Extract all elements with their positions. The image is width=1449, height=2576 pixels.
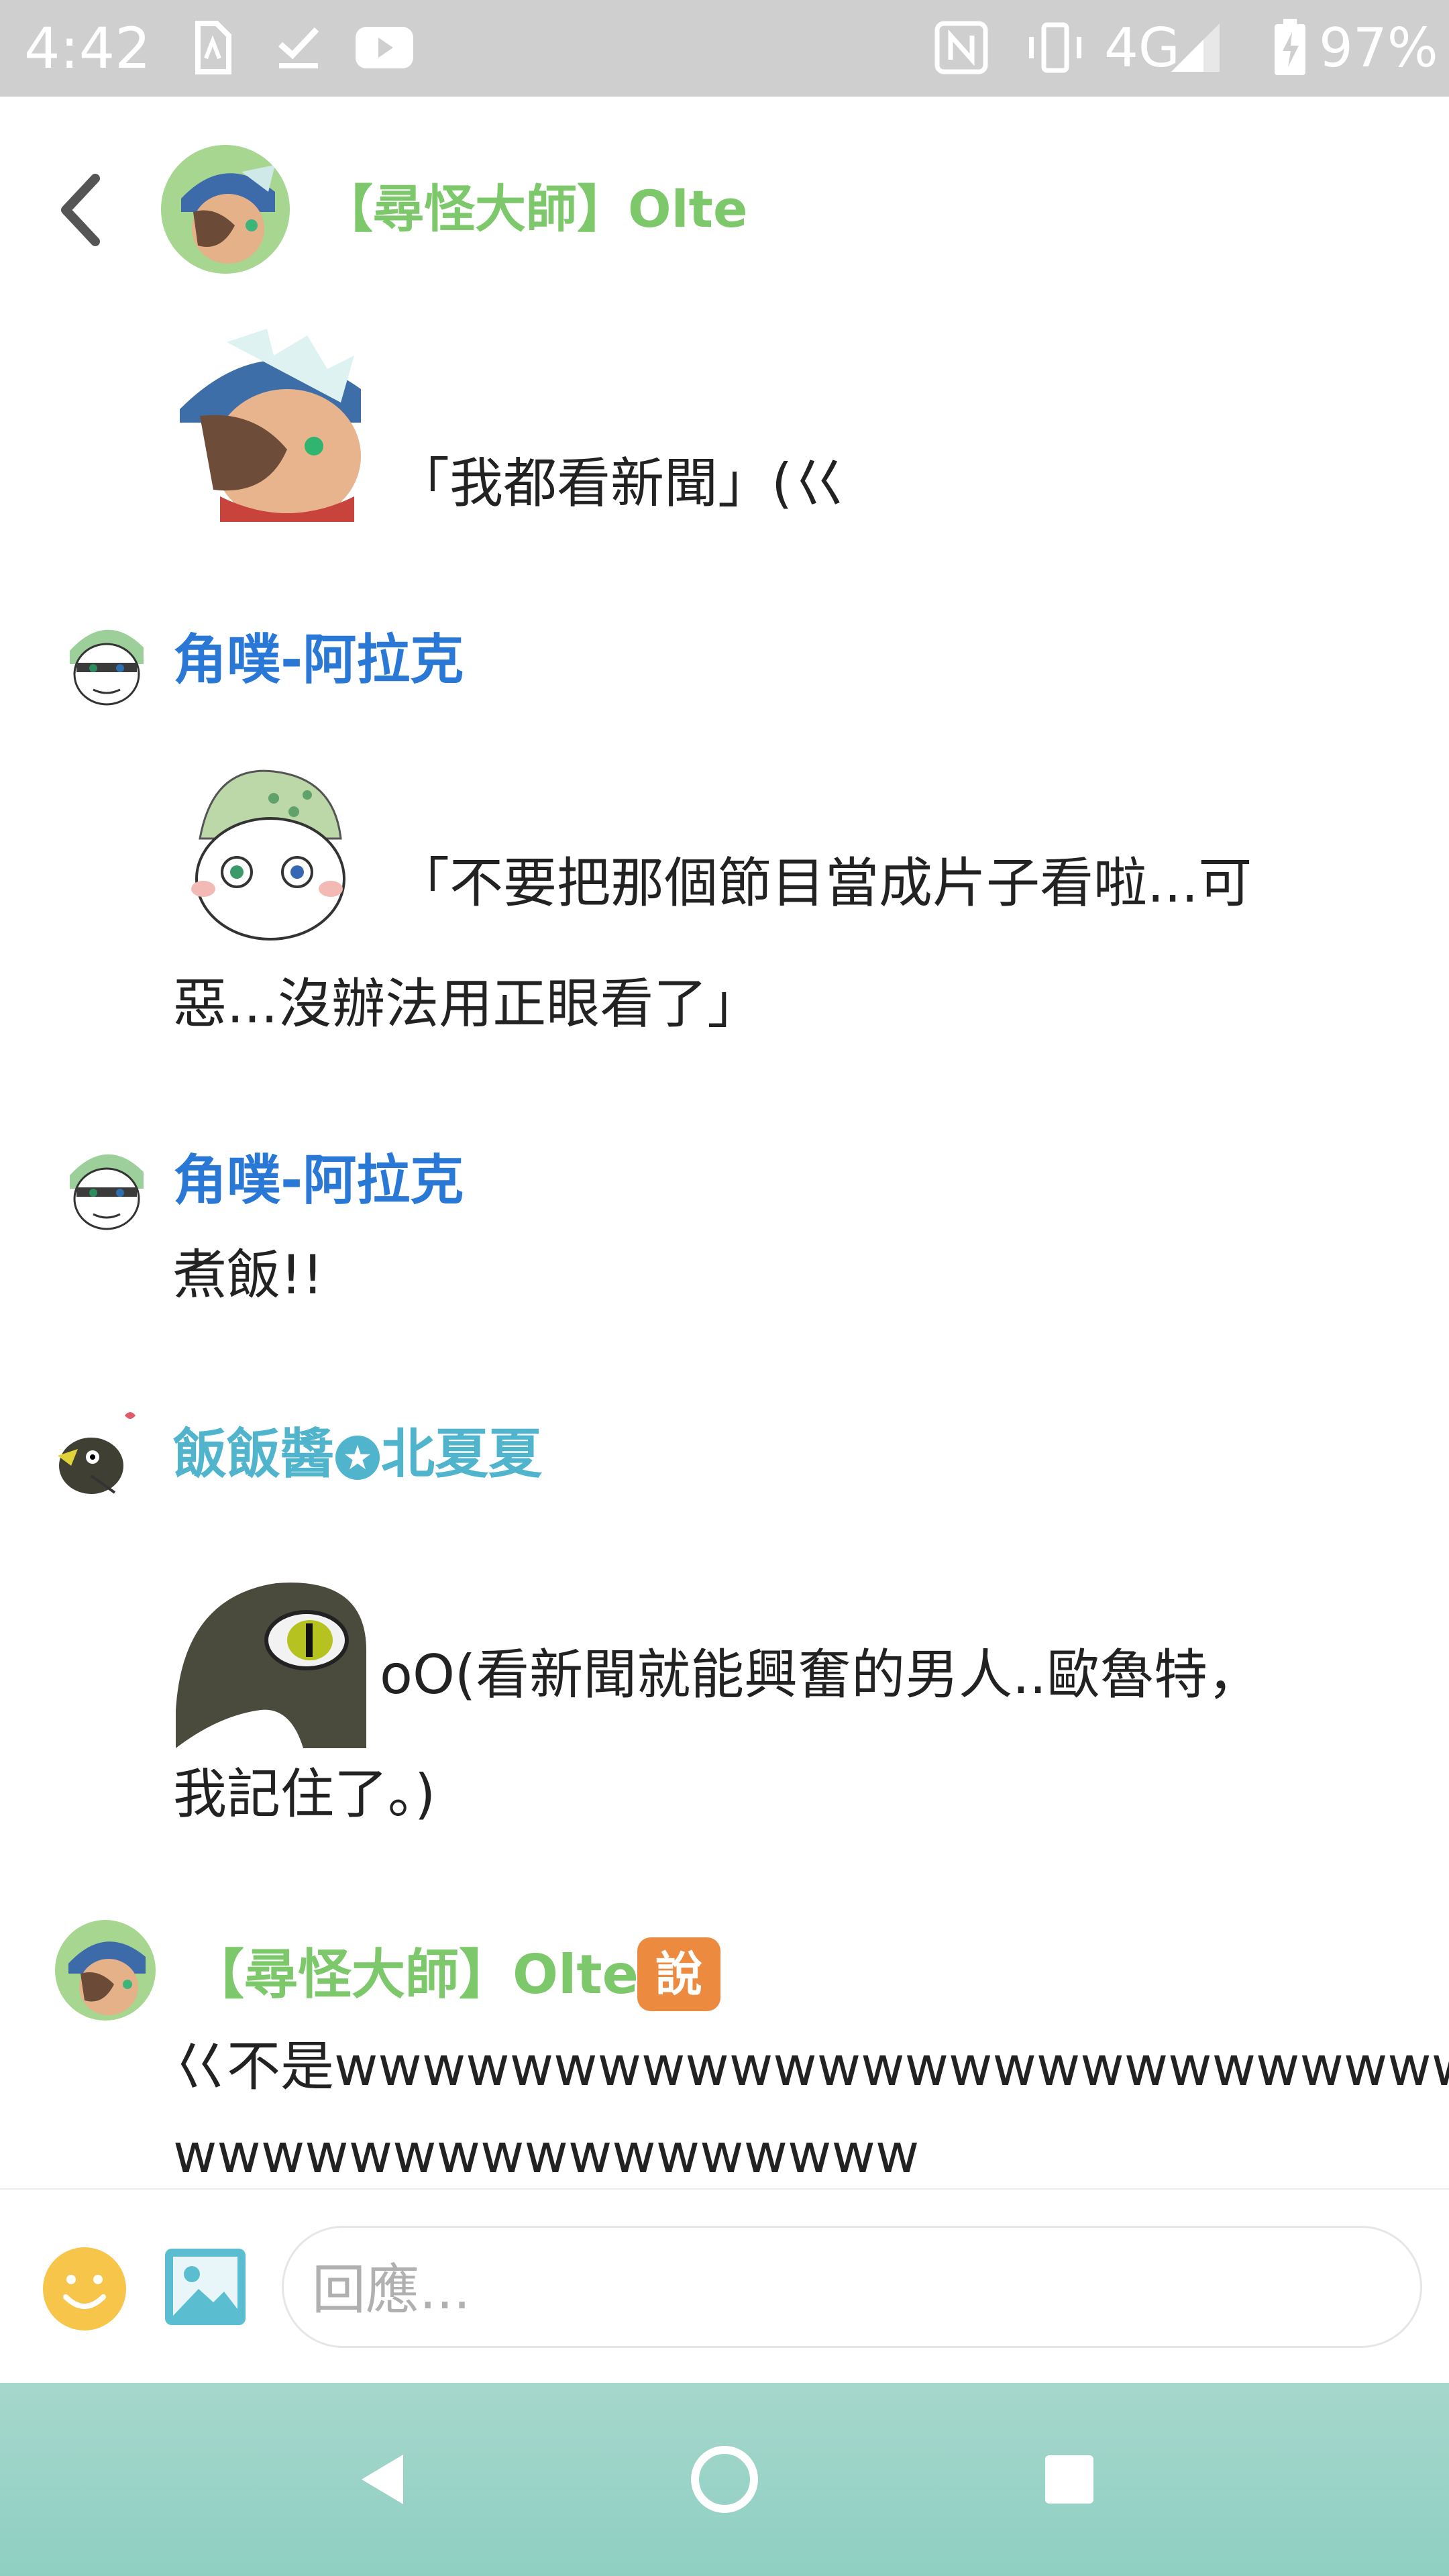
header-avatar[interactable] (161, 145, 290, 274)
avatar[interactable] (51, 1402, 152, 1503)
message-text: 惡...沒辦法用正眼看了」 (173, 973, 761, 1035)
message-text: 巜不是wwwwwwwwwwwwwwwwwwwwwwwwwww (173, 2035, 1449, 2098)
sticker-image[interactable] (173, 758, 362, 947)
checkmark-download-icon (268, 17, 329, 78)
message-text: 「我都看新聞」(巜 (396, 452, 847, 515)
reply-composer (0, 2188, 1449, 2384)
nav-back-button[interactable] (342, 2439, 423, 2520)
emoji-button[interactable] (43, 2247, 126, 2330)
reply-input[interactable] (311, 2252, 1387, 2327)
nav-recents-icon (1045, 2455, 1093, 2504)
sticker-image[interactable] (173, 329, 366, 523)
sim-card-icon (181, 17, 241, 78)
vibrate-icon (1025, 17, 1085, 78)
author-name[interactable]: 角噗-阿拉克 (173, 627, 464, 694)
signal-icon (1167, 17, 1228, 78)
message-text: 我記住了。) (173, 1763, 436, 1825)
avatar[interactable] (55, 1920, 156, 2021)
status-bar: 4:42 4G 97% (0, 0, 1449, 97)
message-text: 煮飯!! (173, 1244, 324, 1306)
avatar[interactable] (56, 1135, 157, 1236)
author-name-suffix: 北夏夏 (381, 1423, 542, 1485)
nav-home-icon (691, 2446, 758, 2513)
chevron-left-icon (61, 174, 100, 246)
message-text: wwwwwwwwwwwwwwwww (173, 2123, 920, 2185)
battery-charging-icon (1260, 17, 1320, 78)
nav-recents-button[interactable] (1029, 2439, 1110, 2520)
author-name[interactable]: 角噗-阿拉克 (173, 1147, 464, 1214)
speak-badge: 說 (637, 1937, 720, 2011)
image-icon (165, 2249, 246, 2325)
nav-home-button[interactable] (684, 2439, 765, 2520)
navigation-bar (0, 2383, 1449, 2576)
nfc-icon (931, 17, 991, 78)
status-time: 4:42 (24, 15, 151, 81)
author-name-part: 飯飯醬 (173, 1423, 334, 1485)
smiley-icon (63, 2275, 106, 2309)
author-name[interactable]: 飯飯醬 ★ 北夏夏 (173, 1421, 542, 1488)
message-text: 「不要把那個節目當成片子看啦...可 (396, 852, 1252, 914)
battery-level: 97% (1319, 17, 1438, 79)
avatar[interactable] (56, 610, 157, 711)
youtube-icon (354, 17, 415, 78)
reply-field[interactable] (282, 2226, 1422, 2348)
star-badge-icon: ★ (335, 1436, 380, 1481)
nav-back-icon (362, 2455, 403, 2504)
image-button[interactable] (165, 2249, 246, 2325)
author-name[interactable]: 【尋怪大師】Olte (191, 1941, 639, 2008)
back-button[interactable] (54, 166, 107, 254)
sticker-image[interactable] (176, 1576, 366, 1748)
page-title[interactable]: 【尋怪大師】Olte (322, 176, 748, 243)
message-text: oO(看新聞就能興奮的男人..歐魯特， (380, 1644, 1261, 1706)
